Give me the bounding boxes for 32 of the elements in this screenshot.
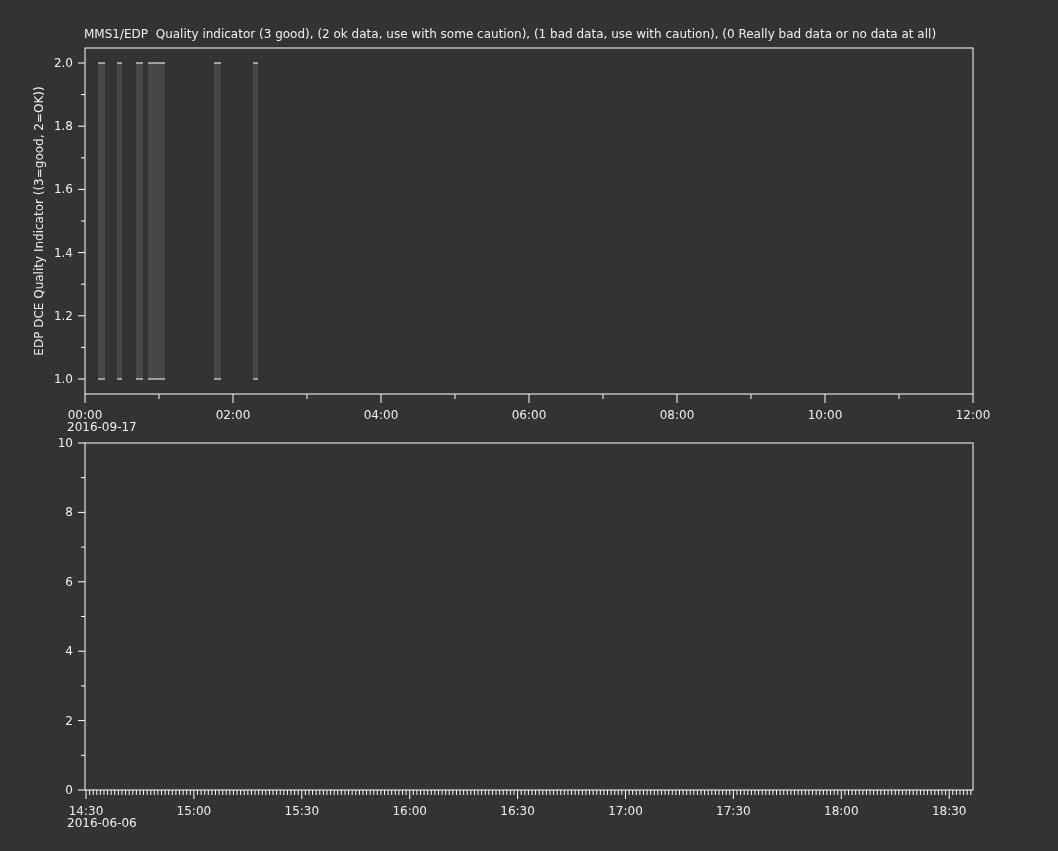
x-tick-label: 10:00 <box>807 408 843 422</box>
date-label: 2016-06-06 <box>67 816 137 830</box>
y-tick-label: 10 <box>57 437 73 450</box>
y-tick-label: 0 <box>65 783 73 797</box>
y-axis-label: EDP DCE Quality Indicator ((3=good, 2=OK)) <box>32 86 46 356</box>
x-tick-label: 00:00 <box>67 408 103 422</box>
x-tick-label: 17:00 <box>608 804 643 818</box>
x-tick-label: 15:00 <box>176 804 212 818</box>
plot-title: MMS1/EDP Quality indicator (3 good), (2 ok data, use with some caution), (1 bad data, use with caution), (0 Really bad data or no data at all) <box>84 27 938 41</box>
y-tick-label: 4 <box>65 644 73 659</box>
x-tick-label: 06:00 <box>511 408 547 422</box>
y-tick-label: 1.0 <box>53 372 73 386</box>
x-tick-label: 08:00 <box>659 408 695 422</box>
y-tick-label: 1.4 <box>53 245 73 260</box>
y-tick-label: 6 <box>65 574 73 589</box>
x-tick-label: 12:00 <box>955 408 991 422</box>
y-tick-label: 1.6 <box>53 182 73 197</box>
x-tick-label: 16:30 <box>500 804 535 818</box>
x-tick-label: 02:00 <box>215 408 251 422</box>
x-tick-label: 14:30 <box>68 804 104 818</box>
date-label: 2016-09-17 <box>67 420 137 434</box>
x-tick-label: 04:00 <box>363 408 399 422</box>
y-tick-label: 2.0 <box>53 56 73 70</box>
y-tick-label: 1.2 <box>53 308 73 323</box>
y-tick-label: 8 <box>65 505 73 520</box>
x-tick-label: 17:30 <box>716 804 751 818</box>
y-tick-label: 2 <box>65 713 73 728</box>
y-tick-label: 1.8 <box>53 119 73 134</box>
x-tick-label: 18:00 <box>824 804 859 818</box>
x-tick-label: 15:30 <box>284 804 320 818</box>
x-tick-label: 16:00 <box>392 804 427 818</box>
x-tick-label: 18:30 <box>931 804 967 818</box>
